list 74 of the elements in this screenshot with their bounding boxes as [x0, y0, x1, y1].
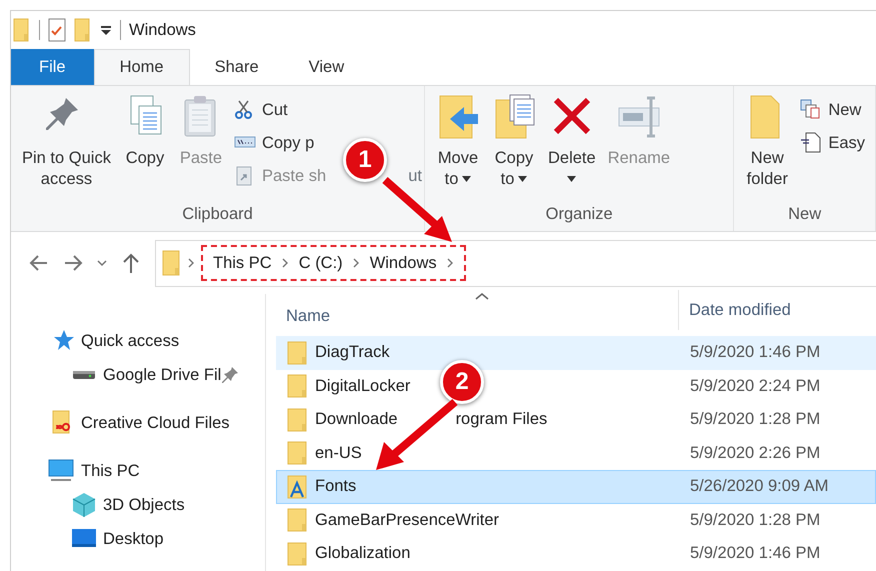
file-name[interactable]: DigitalLocker [315, 374, 410, 399]
file-name: Fonts [315, 476, 356, 498]
date-modified: 5/9/2020 1:46 PM [689, 342, 820, 364]
group-label: New [787, 204, 822, 226]
ribbon-button[interactable]: New folder [740, 92, 794, 202]
date-modified: 5/9/2020 1:28 PM [689, 510, 820, 531]
file-name-fragment: rogram Files [456, 409, 548, 430]
up-icon[interactable] [121, 252, 141, 274]
file-name: DiagTrack [315, 342, 390, 364]
folder-icon [287, 508, 309, 532]
fonts-folder-icon [287, 474, 309, 499]
date-modified: 5/9/2020 2:26 PM [689, 442, 820, 464]
nav-item[interactable]: Google Drive Fil [11, 358, 222, 392]
date-modified: 5/26/2020 9:09 AM [689, 476, 829, 498]
file-name[interactable]: GameBarPresenceWriter [315, 508, 500, 533]
folder-icon [162, 250, 182, 276]
cube-icon [71, 492, 97, 518]
new-item-icon [800, 99, 822, 122]
address-field[interactable]: This PC C (C:) Windows [155, 240, 876, 286]
date-modified: 5/9/2020 2:24 PM [689, 376, 820, 397]
dropdown-icon[interactable] [100, 24, 112, 36]
easy-access-icon [800, 132, 822, 154]
chevron-icon [188, 258, 195, 268]
computer-icon [47, 458, 75, 484]
nav-item[interactable]: Creative Cloud Files [11, 406, 230, 440]
file-row[interactable]: Fonts 5/26/2020 9:09 AM [276, 470, 876, 504]
ribbon-tab[interactable]: Home [94, 49, 190, 85]
properties-icon[interactable] [48, 18, 66, 42]
ribbon-button[interactable]: Cut [230, 96, 292, 125]
breadcrumb[interactable]: C (C:) [298, 250, 343, 276]
file-name[interactable]: Globalization [315, 541, 410, 566]
ribbon-button[interactable]: Copy [118, 92, 172, 202]
ribbon-button[interactable]: Pin to Quick access [17, 92, 116, 202]
chevron-icon [282, 258, 289, 268]
back-icon[interactable] [29, 253, 49, 273]
folder-icon [287, 542, 309, 566]
date-modified: 5/9/2020 1:46 PM [689, 543, 820, 564]
folder-icon [287, 374, 309, 398]
button-label-fragment: ut [408, 166, 422, 186]
recent-locations-icon[interactable] [97, 259, 107, 267]
window-title: Windows [129, 20, 196, 41]
chevron-icon [352, 258, 360, 268]
chevron-icon [446, 258, 454, 268]
folder-icon [13, 18, 31, 42]
forward-icon[interactable] [63, 253, 83, 273]
ribbon-tab[interactable]: Share [190, 49, 284, 85]
ribbon-button[interactable]: Copy to [487, 92, 541, 202]
column-header[interactable]: Date modified [678, 290, 797, 330]
file-menu-tab[interactable]: File [11, 49, 94, 85]
column-header[interactable]: Name [276, 303, 678, 330]
ribbon-button[interactable]: Easy [796, 128, 869, 158]
file-name[interactable]: Downloade [315, 407, 398, 432]
file-name[interactable]: en-US [315, 440, 362, 466]
file-row[interactable]: DiagTrack 5/9/2020 1:46 PM [276, 336, 876, 370]
ribbon-button[interactable]: Delete [543, 92, 601, 202]
ribbon-button[interactable]: Copy p [230, 128, 318, 158]
folder-icon [287, 408, 309, 432]
rename-icon [616, 94, 661, 140]
breadcrumb[interactable]: Windows [370, 250, 437, 276]
new-folder-icon [74, 18, 92, 42]
folder-icon [287, 441, 309, 466]
ribbon-button[interactable]: Move to [431, 92, 485, 202]
nav-item[interactable]: Quick access [11, 324, 180, 358]
ribbon-tab[interactable]: View [284, 49, 370, 85]
breadcrumb[interactable]: This PC [213, 250, 272, 276]
folder-icon [287, 340, 309, 365]
group-label: Clipboard [181, 204, 254, 226]
callout-badge: 2 [440, 360, 484, 404]
group-label: Organize [544, 204, 614, 226]
nav-item[interactable]: Desktop [11, 522, 164, 556]
nav-item[interactable]: This PC [11, 454, 140, 488]
ribbon-button[interactable]: New [796, 96, 866, 125]
nav-item[interactable]: 3D Objects [11, 488, 185, 522]
date-modified: 5/9/2020 1:28 PM [689, 409, 820, 430]
